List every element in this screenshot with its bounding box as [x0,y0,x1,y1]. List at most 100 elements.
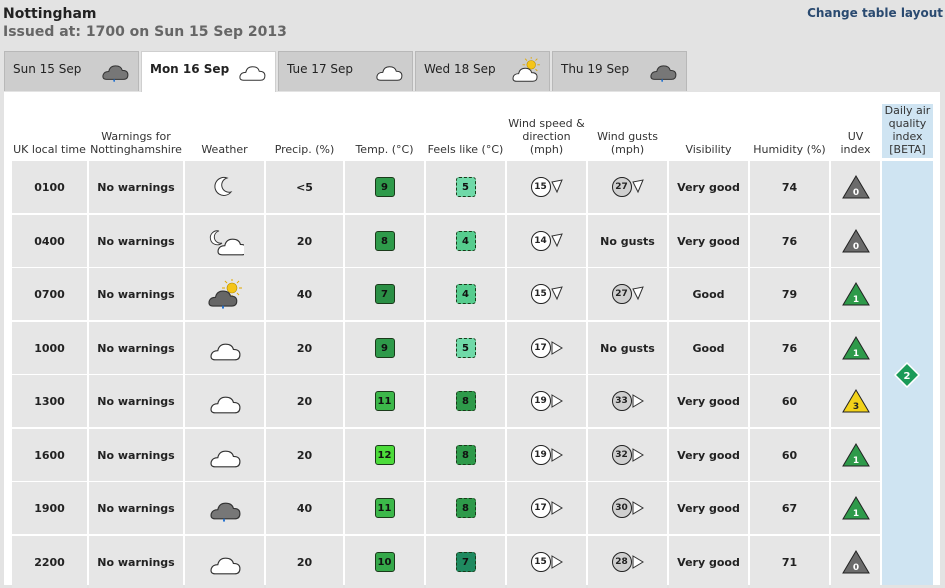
wind-direction-icon [551,448,563,462]
moon-cloud-icon [209,230,244,256]
wind-cell: 17 [507,482,586,534]
header-time: UK local time [13,143,86,156]
gusts-text: No gusts [600,234,655,248]
gust-direction-icon [632,501,644,515]
gust-speed: 27 [611,177,632,197]
uv-cell: 1 [831,482,880,534]
temp-badge: 9 [374,338,395,358]
warnings-cell: No warnings [89,375,183,427]
humidity-value: 60 [781,394,798,408]
tab-label: Sun 15 Sep [13,62,82,76]
tab-tue-17-sep[interactable]: Tue 17 Sep [278,51,413,91]
warnings-cell: No warnings [89,536,183,588]
temp-cell: 7 [345,268,424,320]
warnings-cell: No warnings [89,215,183,267]
time-value: 1600 [34,448,65,462]
humidity-cell: 76 [750,322,829,374]
humidity-value: 76 [781,341,798,355]
wind-direction-icon [551,501,563,515]
wind-speed: 17 [530,498,551,518]
uv-badge: 1 [841,496,870,520]
wind-speed: 15 [530,177,551,197]
tab-sun-15-sep[interactable]: Sun 15 Sep [4,51,139,91]
uv-badge: 1 [841,336,870,360]
tab-wed-18-sep[interactable]: Wed 18 Sep [415,51,550,91]
temp-cell: 11 [345,375,424,427]
temp-badge: 10 [374,552,395,572]
wind-indicator: 15 [530,552,563,572]
gust-direction-icon [631,179,644,194]
weather-cell [185,482,264,534]
precip-value: <5 [296,180,313,194]
warnings-value: No warnings [97,555,175,569]
wind-indicator: 17 [530,498,563,518]
gusts-cell: 28 [588,536,667,588]
uv-value: 0 [852,563,858,573]
wind-direction-icon [550,233,563,248]
warnings-value: No warnings [97,394,175,408]
wind-speed: 19 [530,445,551,465]
uv-badge: 0 [841,550,870,574]
gust-direction-icon [632,555,644,569]
gust-speed: 32 [611,445,632,465]
humidity-value: 67 [781,501,798,515]
header-feels: Feels like (°C) [427,143,504,156]
uv-cell: 1 [831,429,880,481]
time-value: 0100 [34,180,65,194]
precip-cell: 40 [266,268,343,320]
wind-speed: 17 [530,338,551,358]
uv-badge: 1 [841,443,870,467]
sun-rain-cloud-icon [207,279,242,309]
visibility-value: Very good [677,501,740,515]
tab-label: Tue 17 Sep [287,62,354,76]
time-value: 0400 [34,234,65,248]
day-tabs: Sun 15 Sep Mon 16 Sep Tue 17 Sep Wed 18 Sep… [4,51,689,93]
temp-badge: 9 [374,177,395,197]
tab-thu-19-sep[interactable]: Thu 19 Sep [552,51,687,91]
wind-indicator: 14 [530,231,563,251]
precip-value: 20 [296,555,313,569]
gust-indicator: 30 [611,498,644,518]
wind-cell: 19 [507,429,586,481]
gusts-cell: No gusts [588,215,667,267]
change-layout-link[interactable]: Change table layout [807,6,943,20]
gust-speed: 27 [611,284,632,304]
visibility-value: Very good [677,394,740,408]
feels-like-badge: 8 [455,445,476,465]
feels-cell: 8 [426,482,505,534]
time-value: 1900 [34,501,65,515]
humidity-value: 74 [781,180,798,194]
wind-speed: 15 [530,284,551,304]
wind-indicator: 19 [530,445,563,465]
gusts-text: No gusts [600,341,655,355]
precip-value: 20 [296,448,313,462]
feels-like-badge: 7 [455,552,476,572]
feels-cell: 5 [426,322,505,374]
cloud-icon [209,396,240,414]
cloud-icon [209,343,240,361]
weather-cell [185,429,264,481]
feels-cell: 8 [426,375,505,427]
uv-value: 0 [852,188,858,198]
wind-speed: 19 [530,391,551,411]
temp-cell: 11 [345,482,424,534]
uv-badge: 1 [841,282,870,306]
issued-time: Issued at: 1700 on Sun 15 Sep 2013 [3,24,287,40]
visibility-value: Very good [677,234,740,248]
tab-mon-16-sep[interactable]: Mon 16 Sep [141,51,276,93]
wind-cell: 15 [507,536,586,588]
cloud-icon [239,66,266,81]
humidity-value: 76 [781,234,798,248]
warnings-cell: No warnings [89,322,183,374]
temp-badge: 12 [374,445,395,465]
gust-indicator: 33 [611,391,644,411]
uv-cell: 0 [831,536,880,588]
temp-cell: 8 [345,215,424,267]
forecast-table: Daily air quality index [BETA] 2 UK loca… [4,92,940,588]
feels-cell: 7 [426,536,505,588]
gust-speed: 28 [611,552,632,572]
gust-indicator: 32 [611,445,644,465]
humidity-cell: 76 [750,215,829,267]
wind-cell: 14 [507,215,586,267]
precip-cell: 20 [266,375,343,427]
